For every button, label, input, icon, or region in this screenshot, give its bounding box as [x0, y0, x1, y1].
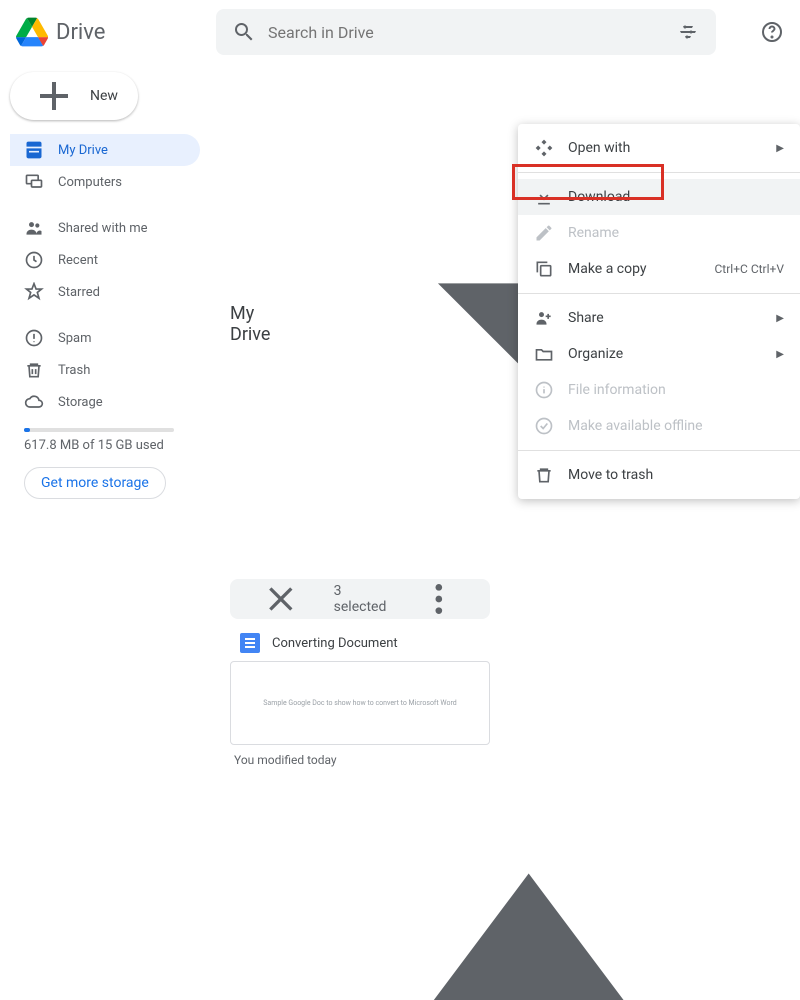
recent-icon — [24, 250, 44, 270]
sidebar-item-recent[interactable]: Recent — [10, 244, 200, 276]
search-input[interactable] — [268, 23, 664, 42]
spam-icon — [24, 328, 44, 348]
copy-icon — [534, 259, 554, 279]
storage-bar — [24, 428, 174, 432]
sidebar-item-label: Starred — [58, 285, 100, 300]
sidebar-item-spam[interactable]: Spam — [10, 322, 200, 354]
app-title: Drive — [56, 20, 105, 45]
sidebar-item-label: Recent — [58, 253, 98, 268]
selection-bar: 3 selected — [230, 579, 490, 619]
sidebar-item-computers[interactable]: Computers — [10, 166, 200, 198]
logo-area[interactable]: Drive — [16, 16, 216, 48]
context-menu: Open with▶ Download Rename Make a copyCt… — [518, 124, 800, 499]
sidebar-item-label: Storage — [58, 395, 103, 410]
organize-icon — [534, 344, 554, 364]
breadcrumb-label: My Drive — [230, 303, 291, 345]
search-options-icon[interactable] — [676, 20, 700, 44]
search-icon — [232, 20, 256, 44]
app-header: Drive — [0, 0, 800, 64]
docs-icon — [240, 633, 260, 653]
menu-share[interactable]: Share▶ — [518, 300, 800, 336]
trash-icon — [24, 360, 44, 380]
sidebar-item-mydrive[interactable]: My Drive — [10, 134, 200, 166]
offline-icon — [534, 416, 554, 436]
cloud-icon — [24, 392, 44, 412]
open-with-icon — [534, 138, 554, 158]
sidebar-item-storage[interactable]: Storage — [10, 386, 200, 418]
menu-make-copy[interactable]: Make a copyCtrl+C Ctrl+V — [518, 251, 800, 287]
get-storage-button[interactable]: Get more storage — [24, 467, 166, 499]
sidebar-item-label: My Drive — [58, 143, 108, 158]
preview-title: Converting Document — [272, 636, 398, 651]
menu-open-with[interactable]: Open with▶ — [518, 130, 800, 166]
main-content: My Drive 3 selected Converting Document … — [210, 64, 800, 500]
more-icon[interactable] — [400, 579, 478, 619]
plus-icon — [30, 72, 78, 120]
sidebar: New My Drive Computers Shared with me Re… — [0, 64, 210, 500]
menu-trash[interactable]: Move to trash — [518, 457, 800, 493]
sidebar-item-label: Trash — [58, 363, 90, 378]
sidebar-item-shared[interactable]: Shared with me — [10, 212, 200, 244]
drive-icon — [24, 140, 44, 160]
sidebar-item-label: Spam — [58, 331, 92, 346]
storage-text: 617.8 MB of 15 GB used — [10, 436, 200, 463]
chevron-right-icon: ▶ — [776, 349, 784, 360]
selection-count: 3 selected — [334, 583, 387, 615]
star-icon — [24, 282, 44, 302]
new-button-label: New — [90, 88, 118, 104]
drive-logo-icon — [16, 16, 48, 48]
sort-arrow-icon[interactable] — [281, 791, 776, 1000]
menu-offline: Make available offline — [518, 408, 800, 444]
preview-card[interactable]: Converting Document Sample Google Doc to… — [230, 629, 780, 775]
download-icon — [534, 187, 554, 207]
info-icon — [534, 380, 554, 400]
help-icon[interactable] — [760, 20, 784, 44]
close-icon[interactable] — [242, 579, 320, 619]
share-icon — [534, 308, 554, 328]
preview-thumbnail: Sample Google Doc to show how to convert… — [230, 661, 490, 745]
sidebar-item-label: Shared with me — [58, 221, 148, 236]
sidebar-item-trash[interactable]: Trash — [10, 354, 200, 386]
trash-icon — [534, 465, 554, 485]
chevron-right-icon: ▶ — [776, 143, 784, 154]
menu-download[interactable]: Download — [518, 179, 800, 215]
menu-organize[interactable]: Organize▶ — [518, 336, 800, 372]
preview-meta: You modified today — [230, 745, 780, 775]
computers-icon — [24, 172, 44, 192]
shared-icon — [24, 218, 44, 238]
menu-rename: Rename — [518, 215, 800, 251]
search-bar[interactable] — [216, 9, 716, 55]
sidebar-item-label: Computers — [58, 175, 122, 190]
menu-file-info: File information — [518, 372, 800, 408]
new-button[interactable]: New — [10, 72, 138, 120]
rename-icon — [534, 223, 554, 243]
chevron-right-icon: ▶ — [776, 313, 784, 324]
column-header[interactable]: Name — [230, 781, 780, 1000]
sidebar-item-starred[interactable]: Starred — [10, 276, 200, 308]
